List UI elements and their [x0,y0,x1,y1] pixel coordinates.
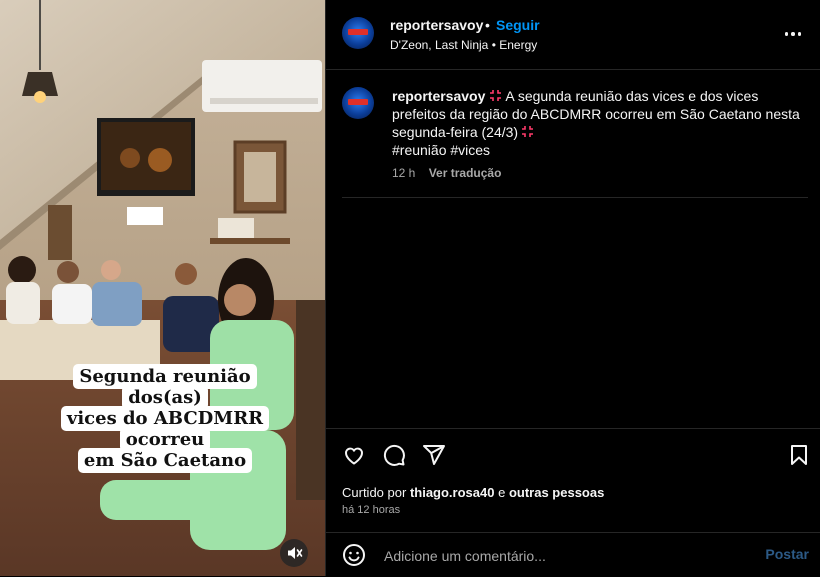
video-caption-overlay: Segunda reunião dos(as) vices do ABCDMRR… [40,364,290,473]
post-timestamp[interactable]: há 12 horas [342,504,400,516]
caption-username[interactable]: reportersavoy [392,88,485,104]
liked-prefix: Curtido por [342,485,407,500]
liked-and: e [498,485,506,500]
comment-input[interactable] [382,545,736,567]
caption-hashtags[interactable]: #reunião #vices [392,142,490,158]
overlay-line-1: Segunda reunião dos(as) [73,364,257,410]
header-separator: • [485,17,490,33]
anger-symbol-icon [489,88,502,101]
author-username[interactable]: reportersavoy [390,17,483,33]
audio-attribution[interactable]: D'Zeon, Last Ninja • Energy [390,38,537,52]
share-icon[interactable] [422,443,446,467]
divider [342,197,808,198]
post-video[interactable]: Segunda reunião dos(as) vices do ABCDMRR… [0,0,325,576]
audio-track: Energy [499,38,538,52]
bookmark-icon[interactable] [787,443,811,467]
anger-symbol-icon [521,124,534,137]
audio-separator: • [491,38,496,52]
post-header: reportersavoy • Seguir D'Zeon, Last Ninj… [326,0,820,70]
more-options-icon[interactable] [781,22,805,46]
author-avatar[interactable] [342,17,374,49]
overlay-line-2: vices do ABCDMRR ocorreu [60,406,270,452]
mute-button[interactable] [280,539,308,567]
video-frame [0,0,325,576]
translate-link[interactable]: Ver tradução [429,166,502,180]
caption-meta: 12 h Ver tradução [392,166,501,180]
caption-author-avatar[interactable] [342,87,374,119]
action-bar [326,428,820,466]
heart-icon[interactable] [342,443,366,467]
comment-icon[interactable] [382,443,406,467]
smiley-icon[interactable] [342,543,366,567]
liked-user[interactable]: thiago.rosa40 [410,485,495,500]
follow-button[interactable]: Seguir [496,17,540,33]
overlay-line-3: em São Caetano [77,448,253,473]
post-comment-button[interactable]: Postar [765,546,809,562]
post-details-panel: reportersavoy • Seguir D'Zeon, Last Ninj… [325,0,820,576]
post-caption: reportersavoy A segunda reunião das vice… [392,87,804,159]
caption-time: 12 h [392,166,416,180]
comment-bar: Postar [326,532,820,577]
liked-others[interactable]: outras pessoas [509,485,604,500]
likes-summary: Curtido por thiago.rosa40 e outras pesso… [342,485,604,500]
audio-artist: D'Zeon, Last Ninja [390,38,489,52]
speaker-muted-icon [288,547,303,559]
